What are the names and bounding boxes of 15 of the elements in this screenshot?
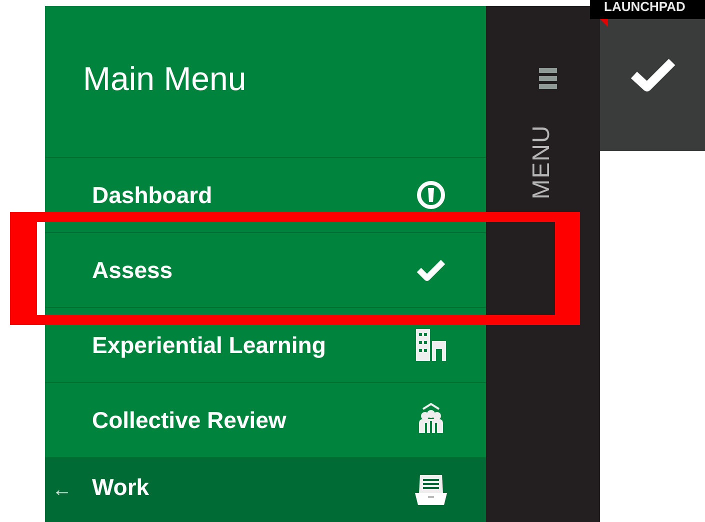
menu-item[interactable]: Experiential Learning bbox=[45, 308, 486, 383]
launchpad-tile[interactable] bbox=[600, 19, 705, 151]
building-icon bbox=[415, 328, 447, 362]
launchpad-tab[interactable]: LAUNCHPAD bbox=[590, 0, 705, 19]
back-arrow-icon: ← bbox=[52, 475, 72, 505]
corner-marker-icon bbox=[600, 19, 608, 27]
menu-icon[interactable] bbox=[539, 68, 557, 90]
menu-label[interactable]: MENU bbox=[530, 112, 554, 212]
check-icon bbox=[416, 258, 446, 282]
back-menu-item[interactable]: ← Work bbox=[45, 458, 486, 522]
menu-item[interactable]: Dashboard bbox=[45, 158, 486, 233]
check-icon bbox=[630, 57, 676, 93]
gauge-icon bbox=[416, 180, 446, 210]
tray-icon bbox=[414, 473, 448, 507]
menu-title: Main Menu bbox=[83, 58, 246, 99]
